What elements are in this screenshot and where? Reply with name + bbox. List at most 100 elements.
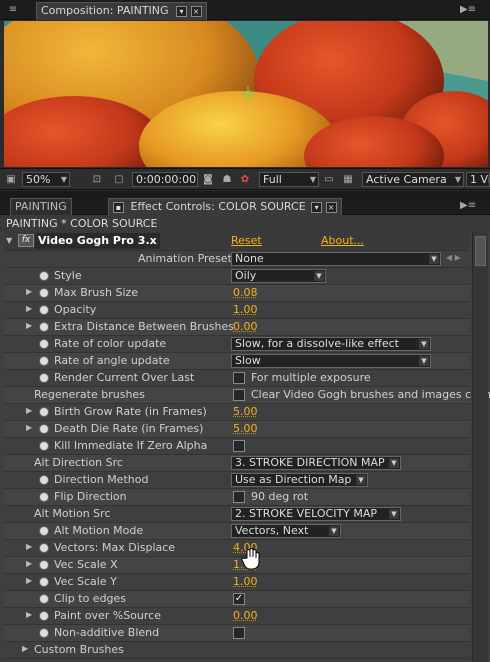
param-checkbox[interactable]: ✓ — [233, 593, 245, 605]
param-label: Custom Brushes — [34, 643, 124, 656]
param-row-vectors-max-displace: ▶ Vectors: Max Displace 4.00 — [4, 540, 470, 557]
twirl-closed-icon[interactable]: ▶ — [26, 542, 32, 551]
twirl-closed-icon[interactable]: ▶ — [26, 304, 32, 313]
param-label: Opacity — [54, 303, 97, 316]
close-icon[interactable]: × — [190, 5, 202, 17]
twirl-closed-icon[interactable]: ▶ — [26, 423, 32, 432]
tab-lock-icon[interactable]: ▪ — [113, 201, 124, 213]
param-row-style: Style Oily ▼ — [4, 268, 470, 285]
stopwatch-icon[interactable] — [39, 628, 49, 638]
param-value[interactable]: 0.00 — [233, 609, 258, 622]
param-dropdown-value: Oily — [235, 269, 257, 282]
twirl-open-icon[interactable]: ▼ — [6, 236, 12, 245]
param-dropdown[interactable]: 3. STROKE DIRECTION MAP ▼ — [231, 456, 401, 470]
param-dropdown[interactable]: Use as Direction Map ▼ — [231, 473, 368, 487]
param-label: Birth Grow Rate (in Frames) — [54, 405, 207, 418]
stopwatch-icon[interactable] — [39, 492, 49, 502]
twirl-closed-icon[interactable]: ▶ — [26, 559, 32, 568]
show-snapshot-icon[interactable]: ☗ — [220, 173, 234, 187]
param-checkbox[interactable] — [233, 389, 245, 401]
zoom-select[interactable]: 50% ▼ — [22, 172, 70, 187]
stopwatch-icon[interactable] — [39, 305, 49, 315]
panel-options-icon[interactable]: ▶≡ — [460, 199, 476, 213]
chevron-down-icon: ▼ — [454, 175, 461, 184]
twirl-closed-icon[interactable]: ▶ — [22, 644, 28, 653]
fx-toggle-icon[interactable]: fx — [18, 234, 34, 247]
stopwatch-icon[interactable] — [39, 271, 49, 281]
stopwatch-icon[interactable] — [39, 424, 49, 434]
param-checkbox[interactable] — [233, 491, 245, 503]
snapshot-icon[interactable]: ◙ — [201, 173, 215, 187]
stopwatch-icon[interactable] — [39, 441, 49, 451]
about-link[interactable]: About... — [321, 234, 364, 247]
param-dropdown[interactable]: Slow, for a dissolve-like effect ▼ — [231, 337, 431, 351]
timecode-display[interactable]: 0:00:00:00 — [132, 172, 198, 187]
chevron-down-icon: ▼ — [329, 526, 339, 536]
param-value[interactable]: 0.00 — [233, 320, 258, 333]
presets-dropdown[interactable]: None ▼ — [231, 252, 441, 266]
view-select[interactable]: Active Camera ▼ — [362, 172, 464, 187]
stopwatch-icon[interactable] — [39, 560, 49, 570]
param-label: Rate of color update — [54, 337, 167, 350]
stopwatch-icon[interactable] — [39, 407, 49, 417]
animation-presets-row: Animation Presets: None ▼ ◀ ▶ — [4, 251, 470, 268]
param-label: Non-additive Blend — [54, 626, 160, 639]
transparency-grid-icon[interactable]: ▦ — [341, 173, 355, 187]
scrollbar[interactable] — [472, 232, 488, 662]
stopwatch-icon[interactable] — [39, 594, 49, 604]
stopwatch-icon[interactable] — [39, 373, 49, 383]
mask-visibility-icon[interactable]: ▢ — [112, 173, 126, 187]
param-dropdown[interactable]: 2. STROKE VELOCITY MAP ▼ — [231, 507, 401, 521]
effect-name[interactable]: Video Gogh Pro 3.x — [35, 233, 160, 249]
stopwatch-icon[interactable] — [39, 577, 49, 587]
close-icon[interactable]: × — [325, 201, 337, 213]
stopwatch-icon[interactable] — [39, 526, 49, 536]
panel-menu-icon[interactable]: ≡ — [6, 3, 20, 17]
tab-painting[interactable]: PAINTING — [10, 198, 72, 215]
param-dropdown[interactable]: Vectors, Next ▼ — [231, 524, 341, 538]
param-value[interactable]: 5.00 — [233, 422, 258, 435]
twirl-closed-icon[interactable]: ▶ — [26, 321, 32, 330]
safe-margins-icon[interactable]: ⊡ — [90, 173, 104, 187]
stopwatch-icon[interactable] — [39, 322, 49, 332]
param-dropdown-value: Vectors, Next — [235, 524, 309, 537]
channel-icon[interactable]: ✿ — [238, 173, 252, 187]
twirl-closed-icon[interactable]: ▶ — [26, 576, 32, 585]
param-row-render-current-over-last: Render Current Over Last For multiple exp… — [4, 370, 470, 387]
twirl-closed-icon[interactable]: ▶ — [26, 610, 32, 619]
param-row-vec-scale-x: ▶Vec Scale X1.00 — [4, 557, 470, 574]
param-value[interactable]: 5.00 — [233, 405, 258, 418]
tab-dropdown-icon[interactable]: ▾ — [311, 201, 323, 213]
twirl-closed-icon[interactable]: ▶ — [26, 287, 32, 296]
panel-options-icon[interactable]: ▶≡ — [460, 3, 476, 17]
stopwatch-icon[interactable] — [39, 339, 49, 349]
param-checkbox[interactable] — [233, 440, 245, 452]
view-layout-select[interactable]: 1 Vi — [466, 172, 490, 187]
composition-viewer[interactable] — [4, 21, 488, 167]
stopwatch-icon[interactable] — [39, 543, 49, 553]
preset-nav-icon[interactable]: ◀ ▶ — [446, 253, 461, 262]
stopwatch-icon[interactable] — [39, 475, 49, 485]
param-checkbox-label: For multiple exposure — [251, 371, 371, 384]
resolution-select[interactable]: Full ▼ — [259, 172, 319, 187]
param-dropdown[interactable]: Slow ▼ — [231, 354, 431, 368]
reset-link[interactable]: Reset — [231, 234, 262, 247]
region-of-interest-icon[interactable]: ▭ — [322, 173, 336, 187]
tab-dropdown-icon[interactable]: ▾ — [176, 5, 188, 17]
param-value[interactable]: 0.08 — [233, 286, 258, 299]
param-checkbox[interactable] — [233, 627, 245, 639]
always-preview-icon[interactable]: ▣ — [4, 173, 18, 187]
tab-effect-controls[interactable]: ▪ Effect Controls: COLOR SOURCE ▾ × — [108, 198, 342, 215]
scrollbar-thumb[interactable] — [475, 236, 486, 266]
param-dropdown[interactable]: Oily ▼ — [231, 269, 326, 283]
view-layout-value: 1 Vi — [470, 173, 490, 186]
painting-image — [4, 21, 488, 167]
stopwatch-icon[interactable] — [39, 356, 49, 366]
stopwatch-icon[interactable] — [39, 611, 49, 621]
twirl-closed-icon[interactable]: ▶ — [26, 406, 32, 415]
stopwatch-icon[interactable] — [39, 288, 49, 298]
param-value[interactable]: 1.00 — [233, 303, 258, 316]
param-checkbox[interactable] — [233, 372, 245, 384]
tab-composition[interactable]: Composition: PAINTING ▾ × — [36, 2, 207, 20]
param-value[interactable]: 1.00 — [233, 575, 258, 588]
